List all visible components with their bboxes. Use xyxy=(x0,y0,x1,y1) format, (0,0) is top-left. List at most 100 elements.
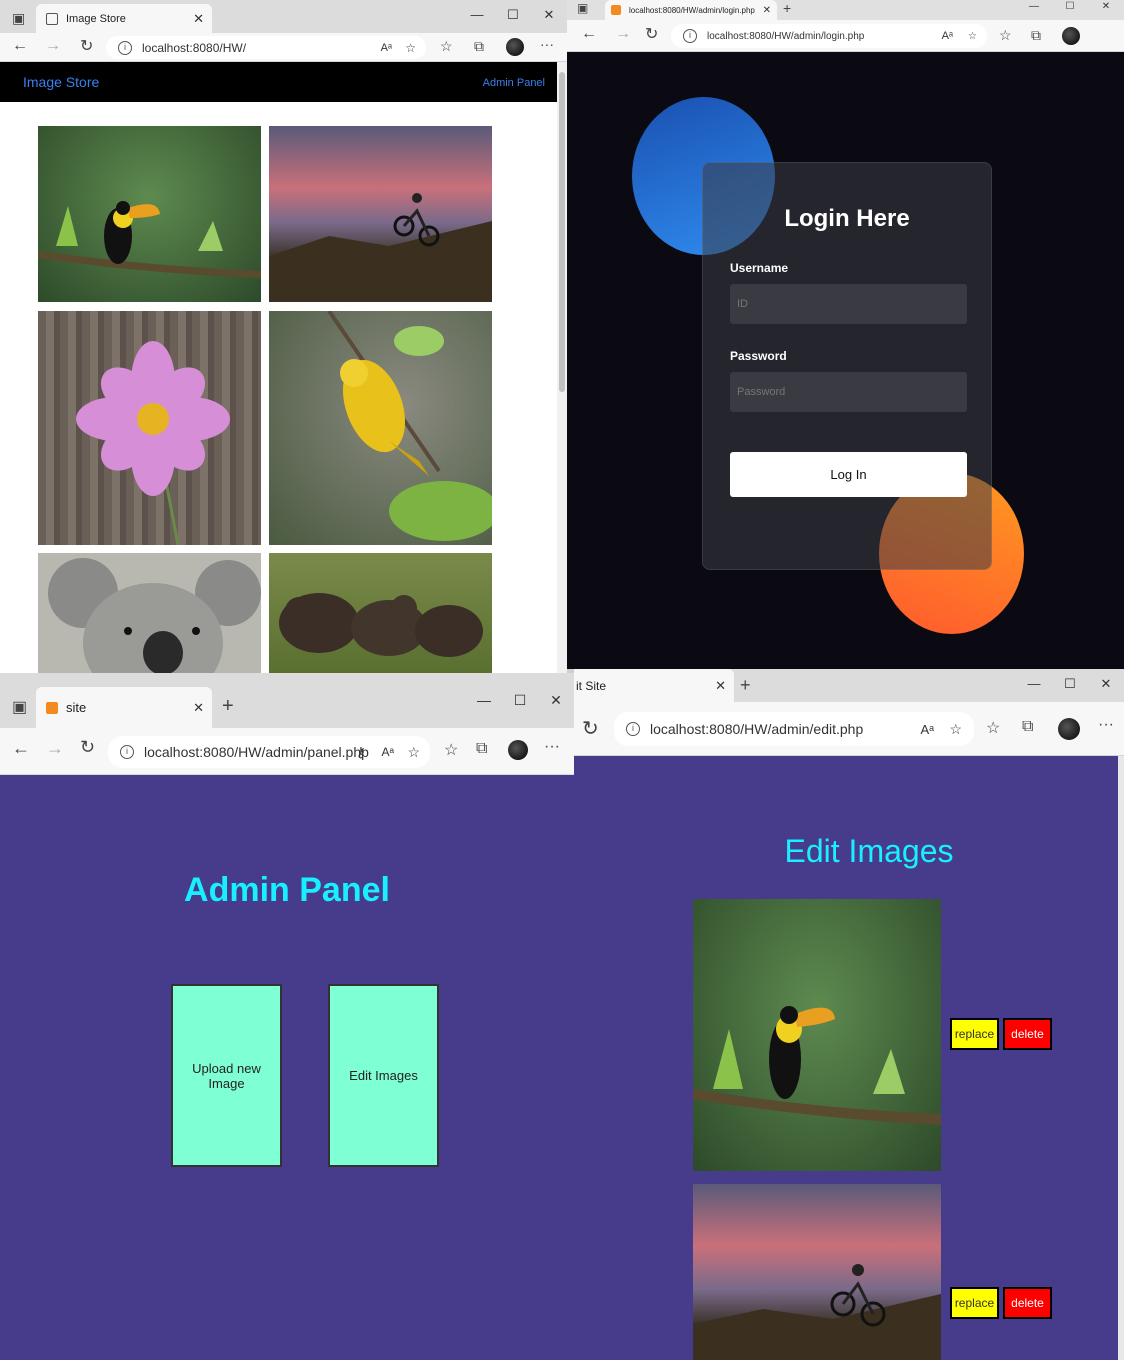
new-tab-icon[interactable]: + xyxy=(740,675,751,696)
forward-arrow-icon[interactable]: → xyxy=(615,25,631,43)
back-arrow-icon[interactable]: ← xyxy=(581,25,597,43)
flower-illustration xyxy=(76,341,230,545)
back-arrow-icon[interactable]: ← xyxy=(12,738,30,759)
tab-title: it Site xyxy=(576,678,607,693)
gallery-image-bears[interactable] xyxy=(269,553,492,673)
read-aloud-icon[interactable]: Aᵃ xyxy=(381,42,392,54)
admin-panel-window: ▣ site ✕ + — ☐ ✕ ← → ↻ i localhost:8080/… xyxy=(0,673,574,1360)
key-icon[interactable]: ⚷ xyxy=(356,744,366,761)
favorites-icon[interactable]: ☆ xyxy=(986,718,1000,738)
url-field[interactable]: i localhost:8080/HW/admin/login.php Aᵃ ☆ xyxy=(671,24,987,48)
read-aloud-icon[interactable]: Aᵃ xyxy=(942,30,953,42)
gallery-image-koala[interactable] xyxy=(38,553,261,673)
back-arrow-icon[interactable]: ← xyxy=(12,37,28,55)
profile-avatar[interactable] xyxy=(506,38,524,56)
scrollbar[interactable] xyxy=(557,62,567,673)
collections-icon[interactable]: ⧉ xyxy=(476,740,487,758)
delete-button[interactable]: delete xyxy=(1003,1018,1052,1050)
new-tab-icon[interactable]: + xyxy=(222,695,234,718)
tab-edit[interactable]: it Site ✕ xyxy=(574,669,734,702)
collections-icon[interactable]: ⧉ xyxy=(1022,718,1033,736)
favorites-icon[interactable]: ☆ xyxy=(999,27,1012,44)
tab-actions-icon[interactable]: ▣ xyxy=(12,10,25,27)
delete-button[interactable]: delete xyxy=(1003,1287,1052,1319)
close-window-icon[interactable]: ✕ xyxy=(538,685,574,715)
refresh-icon[interactable]: ↻ xyxy=(645,24,658,44)
gallery-image-flower[interactable] xyxy=(38,311,261,545)
url-field[interactable]: i localhost:8080/HW/admin/edit.php Aᵃ ☆ xyxy=(614,712,974,746)
favorites-icon[interactable]: ☆ xyxy=(444,740,458,760)
refresh-icon[interactable]: ↻ xyxy=(80,737,95,758)
login-button[interactable]: Log In xyxy=(730,452,967,497)
window-controls: — ☐ ✕ xyxy=(459,0,567,30)
tab-title: Image Store xyxy=(66,12,126,25)
info-icon[interactable]: i xyxy=(683,29,697,43)
minimize-icon[interactable]: — xyxy=(466,685,502,715)
collections-icon[interactable]: ⧉ xyxy=(474,38,484,55)
toucan-illustration xyxy=(38,201,261,278)
close-tab-icon[interactable]: ✕ xyxy=(763,5,771,16)
refresh-icon[interactable]: ↻ xyxy=(80,36,93,56)
info-icon[interactable]: i xyxy=(120,745,134,759)
login-title: Login Here xyxy=(784,205,910,232)
scrollbar-thumb[interactable] xyxy=(559,72,565,392)
image-store-window: ▣ Image Store ✕ — ☐ ✕ ← → ↻ i localhost:… xyxy=(0,0,567,673)
replace-button[interactable]: replace xyxy=(950,1018,999,1050)
maximize-icon[interactable]: ☐ xyxy=(502,685,538,715)
close-window-icon[interactable]: ✕ xyxy=(1088,0,1124,14)
gallery-image-biker[interactable] xyxy=(269,126,492,302)
yellow-bird-illustration xyxy=(327,311,492,541)
tab-actions-icon[interactable]: ▣ xyxy=(12,697,27,717)
tab-image-store[interactable]: Image Store ✕ xyxy=(36,4,212,33)
tab-bar: ▣ Image Store ✕ — ☐ ✕ xyxy=(0,0,567,33)
replace-button[interactable]: replace xyxy=(950,1287,999,1319)
biker-illustration xyxy=(269,193,492,302)
favorite-add-icon[interactable]: ☆ xyxy=(405,41,416,55)
tab-site[interactable]: site ✕ xyxy=(36,687,212,728)
more-menu-icon[interactable]: ··· xyxy=(1098,716,1114,734)
new-tab-icon[interactable]: + xyxy=(783,0,791,16)
edit-images-button[interactable]: Edit Images xyxy=(328,984,439,1167)
refresh-icon[interactable]: ↻ xyxy=(582,716,599,741)
maximize-icon[interactable]: ☐ xyxy=(1052,0,1088,14)
tab-actions-icon[interactable]: ▣ xyxy=(577,1,588,15)
url-field[interactable]: i localhost:8080/HW/admin/panel.php ⚷ Aᵃ… xyxy=(108,736,430,768)
favorite-add-icon[interactable]: ☆ xyxy=(407,744,420,761)
profile-avatar[interactable] xyxy=(1062,27,1080,45)
profile-avatar[interactable] xyxy=(1058,718,1080,740)
upload-new-image-button[interactable]: Upload new Image xyxy=(171,984,282,1167)
close-tab-icon[interactable]: ✕ xyxy=(715,678,726,694)
info-icon[interactable]: i xyxy=(118,40,132,55)
close-window-icon[interactable]: ✕ xyxy=(1088,669,1124,699)
profile-avatar[interactable] xyxy=(508,740,528,760)
forward-arrow-icon[interactable]: → xyxy=(46,738,64,759)
more-menu-icon[interactable]: ··· xyxy=(540,36,554,52)
tab-login[interactable]: localhost:8080/HW/admin/login.php ✕ xyxy=(605,0,777,20)
close-tab-icon[interactable]: ✕ xyxy=(193,700,204,716)
minimize-icon[interactable]: — xyxy=(1016,0,1052,14)
url-field[interactable]: i localhost:8080/HW/ Aᵃ ☆ xyxy=(106,36,426,59)
read-aloud-icon[interactable]: Aᵃ xyxy=(382,745,394,759)
minimize-icon[interactable]: — xyxy=(459,0,495,30)
gallery-image-toucan[interactable] xyxy=(38,126,261,302)
close-tab-icon[interactable]: ✕ xyxy=(193,11,204,27)
password-input[interactable] xyxy=(730,372,967,412)
favorite-add-icon[interactable]: ☆ xyxy=(949,721,962,738)
info-icon[interactable]: i xyxy=(626,722,640,736)
favorite-add-icon[interactable]: ☆ xyxy=(968,31,977,42)
minimize-icon[interactable]: — xyxy=(1016,669,1052,699)
gallery-image-yellow-bird[interactable] xyxy=(269,311,492,545)
more-menu-icon[interactable]: ··· xyxy=(544,738,560,756)
password-label: Password xyxy=(730,349,787,363)
tab-bar: ▣ localhost:8080/HW/admin/login.php ✕ + … xyxy=(567,0,1124,20)
maximize-icon[interactable]: ☐ xyxy=(495,0,531,30)
site-title[interactable]: Image Store xyxy=(23,74,99,90)
username-input[interactable] xyxy=(730,284,967,324)
close-window-icon[interactable]: ✕ xyxy=(531,0,567,30)
forward-arrow-icon[interactable]: → xyxy=(45,37,61,55)
read-aloud-icon[interactable]: Aᵃ xyxy=(920,722,934,737)
collections-icon[interactable]: ⧉ xyxy=(1031,27,1041,44)
admin-panel-link[interactable]: Admin Panel xyxy=(483,77,545,89)
maximize-icon[interactable]: ☐ xyxy=(1052,669,1088,699)
favorites-icon[interactable]: ☆ xyxy=(440,38,453,55)
